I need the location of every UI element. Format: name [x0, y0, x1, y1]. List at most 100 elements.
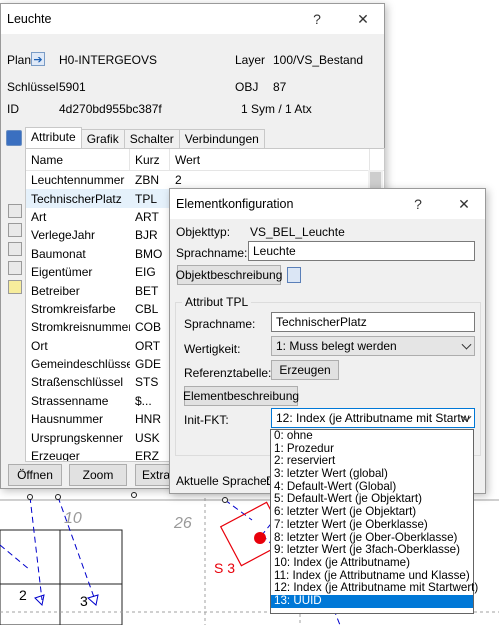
list-icon[interactable] [287, 267, 301, 283]
cell-name: VerlegeJahr [31, 228, 96, 243]
zoom-button[interactable]: Zoom [69, 464, 127, 486]
map-box [59, 529, 123, 625]
cell-kurz: STS [135, 375, 159, 390]
cell-name: Ursprungskenner [31, 430, 124, 445]
cell-kurz: HNR [135, 412, 161, 427]
table-row[interactable]: Leuchtennummer ZBN 2 [26, 171, 384, 189]
cell-name: Hausnummer [31, 412, 104, 427]
elementbeschreibung-button[interactable]: Elementbeschreibung [183, 386, 299, 406]
help-button[interactable]: ? [297, 4, 337, 34]
close-button[interactable]: ✕ [343, 4, 383, 34]
table-header: Name Kurz Wert [26, 149, 384, 171]
cell-name: Art [31, 209, 47, 224]
window-title: Elementkonfiguration [176, 197, 294, 211]
cell-name: Gemeindeschlüssel [31, 357, 130, 372]
cell-name: Leuchtennummer [31, 173, 125, 188]
cell-kurz: $... [135, 393, 152, 408]
cell-kurz: ZBN [135, 173, 159, 188]
cell-kurz: GDE [135, 357, 162, 372]
dropdown-option[interactable]: 3: letzter Wert (global) [271, 467, 473, 481]
grid-icon[interactable] [8, 261, 22, 275]
cell-kurz: COB [135, 320, 162, 335]
tab-grafik[interactable]: Grafik [80, 129, 125, 148]
map-label: S 3 [214, 560, 235, 576]
window-title: Leuchte [7, 12, 52, 26]
plan-label: Plan [7, 53, 32, 67]
cell-wert: 2 [175, 173, 182, 188]
cell-name: Baumonat [31, 246, 86, 261]
gear-icon[interactable] [6, 130, 22, 146]
cell-name: Stromkreisnummer [31, 320, 130, 335]
cell-name: Straßenschlüssel [31, 375, 124, 390]
column-wert[interactable]: Wert [170, 149, 370, 171]
dropdown-option[interactable]: 0: ohne [271, 429, 473, 443]
elementkonfig-titlebar[interactable]: Elementkonfiguration ? ✕ [170, 189, 485, 219]
cell-kurz: EIG [135, 265, 156, 280]
obj-value: 87 [273, 80, 287, 94]
initfkt-value: 12: Index (je Attributname mit Startw [276, 411, 470, 425]
objekttyp-value: VS_BEL_Leuchte [250, 225, 345, 239]
map-label: 26 [173, 515, 192, 532]
lamp-icon[interactable] [8, 280, 22, 294]
help-button[interactable]: ? [398, 189, 438, 219]
cell-kurz: ORT [135, 338, 161, 353]
referenztabelle-label: Referenztabelle: [184, 366, 272, 380]
cell-name: TechnischerPlatz [31, 191, 122, 206]
attribut-group-title: Attribut TPL [182, 295, 252, 309]
cell-name: Strassenname [31, 393, 109, 408]
map-box [0, 529, 61, 625]
id-value: 4d270bd955bc387f [59, 102, 162, 116]
dropdown-option[interactable]: 7: letzter Wert (je Oberklasse) [271, 518, 473, 532]
attribute-tabs: Attribute Grafik Schalter Verbindungen [25, 127, 265, 148]
erzeugen-button[interactable]: Erzeugen [271, 360, 339, 380]
obj-label: OBJ [235, 80, 259, 94]
leuchte-symbol [254, 532, 266, 544]
tab-attribute[interactable]: Attribute [25, 127, 82, 148]
aktuelle-sprache-label: Aktuelle Sprache: [176, 474, 271, 488]
map-label: 3 [80, 593, 88, 609]
cell-name: Eigentümer [31, 265, 93, 280]
cell-kurz: BET [135, 283, 159, 298]
attr-sprachname-input[interactable]: TechnischerPlatz [271, 312, 475, 332]
column-kurz[interactable]: Kurz [130, 149, 170, 171]
initfkt-dropdown-list: 0: ohne 1: Prozedur 2: reserviert 3: letzte… [270, 429, 478, 614]
cell-name: Stromkreisfarbe [31, 301, 116, 316]
cell-kurz: USK [135, 430, 160, 445]
dropdown-option[interactable]: 6: letzter Wert (je Objektart) [271, 505, 473, 519]
id-label: ID [7, 102, 19, 116]
wertigkeit-select[interactable]: 1: Muss belegt werden [271, 336, 475, 356]
close-button[interactable]: ✕ [444, 189, 484, 219]
initfkt-select[interactable]: 12: Index (je Attributname mit Startw [271, 408, 475, 428]
cell-kurz: ART [135, 209, 159, 224]
cell-name: Betreiber [31, 283, 80, 298]
dropdown-option[interactable]: 9: letzter Wert (je 3fach-Oberklasse) [271, 543, 473, 557]
oeffnen-button[interactable]: Öffnen [8, 464, 62, 486]
dropdown-option[interactable]: 13: UUID [271, 594, 473, 608]
tree-icon[interactable] [8, 223, 22, 237]
leuchte-titlebar[interactable]: Leuchte ? ✕ [1, 4, 384, 34]
column-name[interactable]: Name [26, 149, 130, 171]
person-icon[interactable] [8, 242, 22, 256]
attr-sprachname-label: Sprachname: [184, 317, 256, 331]
arrow-right-icon[interactable]: ➔ [31, 52, 45, 66]
cell-name: Erzeuger [31, 449, 80, 462]
sym-atx-value: 1 Sym / 1 Atx [241, 102, 312, 116]
map-label: 2 [19, 587, 27, 603]
objektbeschreibung-button[interactable]: Objektbeschreibung [176, 265, 282, 285]
initfkt-label: Init-FKT: [184, 413, 229, 427]
sprachname-label: Sprachname: [176, 246, 248, 260]
cell-kurz: CBL [135, 301, 159, 316]
wertigkeit-value: 1: Muss belegt werden [276, 339, 397, 353]
tab-verbindungen[interactable]: Verbindungen [178, 129, 265, 148]
cell-kurz: BMO [135, 246, 163, 261]
wertigkeit-label: Wertigkeit: [184, 342, 241, 356]
dropdown-option[interactable]: 10: Index (je Attributname) [271, 556, 473, 570]
document-icon[interactable] [8, 204, 22, 218]
chevron-down-icon [461, 339, 472, 350]
cell-kurz: TPL [135, 191, 158, 206]
cell-kurz: ERZ [135, 449, 159, 462]
sprachname-input[interactable]: Leuchte [248, 241, 475, 261]
objekttyp-label: Objekttyp: [176, 225, 231, 239]
schluessel-value: 5901 [59, 80, 86, 94]
tab-schalter[interactable]: Schalter [123, 129, 180, 148]
